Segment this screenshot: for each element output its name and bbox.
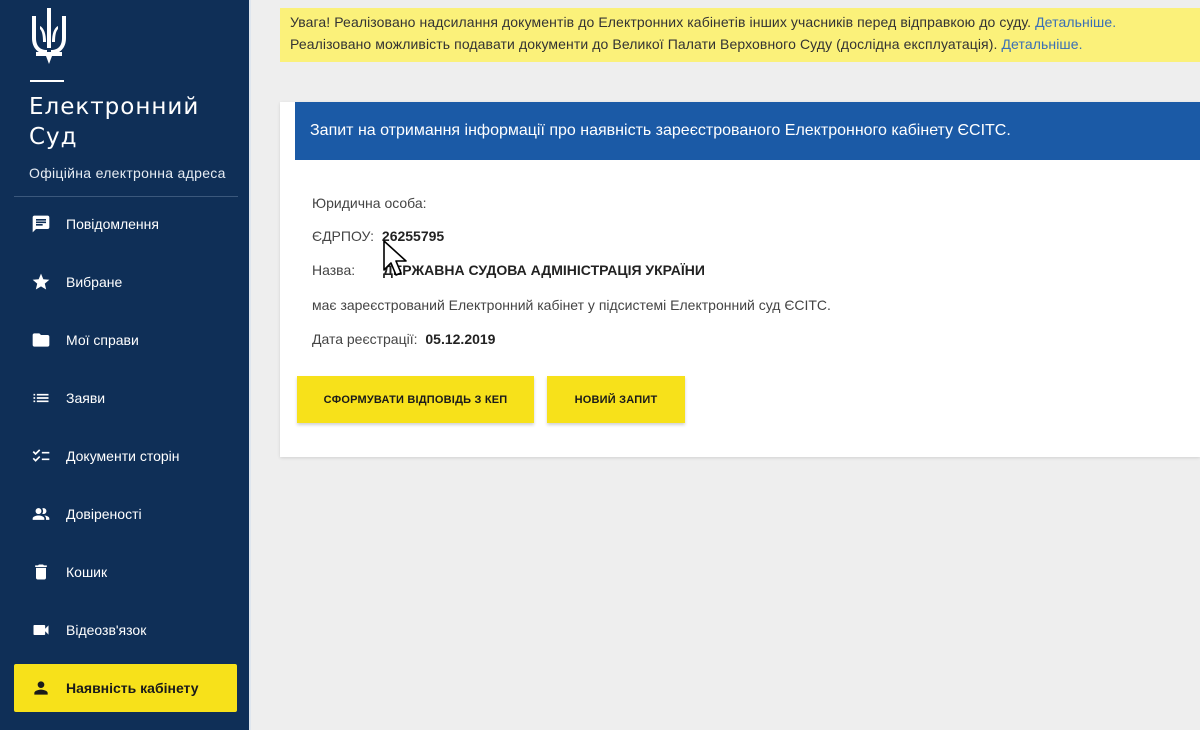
app-title-line1: Електронний xyxy=(29,94,200,120)
new-request-button[interactable]: НОВИЙ ЗАПИТ xyxy=(547,376,685,423)
name-label: Назва: xyxy=(312,262,356,278)
person-icon xyxy=(30,677,52,699)
sidebar-item-label: Повідомлення xyxy=(66,216,159,232)
app-title: Електронний Суд xyxy=(29,92,229,152)
name-value: ДЕРЖАВНА СУДОВА АДМІНІСТРАЦІЯ УКРАЇНИ xyxy=(383,262,705,278)
edrpou-label: ЄДРПОУ: xyxy=(312,228,375,244)
sidebar-item-trash[interactable]: Кошик xyxy=(14,548,237,596)
notice-banner: Увага! Реалізовано надсилання документів… xyxy=(280,8,1200,62)
registration-date-label: Дата реєстрації: xyxy=(312,331,418,347)
registration-date-value: 05.12.2019 xyxy=(425,331,496,347)
sidebar-item-label: Відеозв'язок xyxy=(66,622,147,638)
notice-line-2: Реалізовано можливість подавати документ… xyxy=(290,33,1200,55)
folder-icon xyxy=(30,329,52,351)
app-title-line2: Суд xyxy=(29,124,78,150)
sidebar-item-label: Заяви xyxy=(66,390,106,406)
registration-date-row: Дата реєстрації: 05.12.2019 xyxy=(312,331,495,347)
video-camera-icon xyxy=(30,619,52,641)
trash-icon xyxy=(30,561,52,583)
sidebar-item-cabinet-check[interactable]: Наявність кабінету xyxy=(14,664,237,712)
notice-line-1: Увага! Реалізовано надсилання документів… xyxy=(290,11,1200,33)
sidebar-item-my-cases[interactable]: Мої справи xyxy=(14,316,237,364)
edrpou-row: ЄДРПОУ: 26255795 xyxy=(312,228,444,244)
sidebar-item-label: Довіреності xyxy=(66,506,142,522)
sidebar-nav: Повідомлення Вибране Мої справи Заяви До… xyxy=(14,200,237,722)
notice-details-link-2[interactable]: Детальніше. xyxy=(1001,36,1082,52)
message-icon xyxy=(30,213,52,235)
generate-response-button[interactable]: СФОРМУВАТИ ВІДПОВІДЬ З КЕП xyxy=(297,376,534,423)
request-result-card: Запит на отримання інформації про наявні… xyxy=(280,102,1200,457)
status-text: має зареєстрований Електронний кабінет у… xyxy=(312,297,831,313)
app-subtitle: Офіційна електронна адреса xyxy=(29,165,226,181)
sidebar-divider xyxy=(14,196,238,197)
sidebar-item-label: Кошик xyxy=(66,564,108,580)
name-row: Назва: ДЕРЖАВНА СУДОВА АДМІНІСТРАЦІЯ УКРА… xyxy=(312,262,705,278)
star-icon xyxy=(30,271,52,293)
logo-underline xyxy=(30,80,64,82)
trident-logo-icon[interactable] xyxy=(30,8,68,66)
sidebar-item-label: Вибране xyxy=(66,274,123,290)
checklist-icon xyxy=(30,445,52,467)
sidebar-item-party-documents[interactable]: Документи сторін xyxy=(14,432,237,480)
sidebar-edge xyxy=(249,0,251,730)
notice-details-link-1[interactable]: Детальніше. xyxy=(1035,14,1116,30)
sidebar-item-messages[interactable]: Повідомлення xyxy=(14,200,237,248)
entity-type: Юридична особа: xyxy=(312,195,427,211)
sidebar-item-label: Документи сторін xyxy=(66,448,180,464)
mouse-cursor-icon xyxy=(383,240,407,276)
sidebar-item-video-call[interactable]: Відеозв'язок xyxy=(14,606,237,654)
sidebar: Електронний Суд Офіційна електронна адре… xyxy=(0,0,251,730)
sidebar-item-favorites[interactable]: Вибране xyxy=(14,258,237,306)
list-icon xyxy=(30,387,52,409)
people-icon xyxy=(30,503,52,525)
sidebar-item-label: Наявність кабінету xyxy=(66,680,199,696)
sidebar-item-powers-of-attorney[interactable]: Довіреності xyxy=(14,490,237,538)
card-header: Запит на отримання інформації про наявні… xyxy=(295,102,1200,160)
notice-text-1: Увага! Реалізовано надсилання документів… xyxy=(290,14,1036,30)
sidebar-item-label: Мої справи xyxy=(66,332,139,348)
notice-text-2: Реалізовано можливість подавати документ… xyxy=(290,36,1002,52)
sidebar-item-applications[interactable]: Заяви xyxy=(14,374,237,422)
